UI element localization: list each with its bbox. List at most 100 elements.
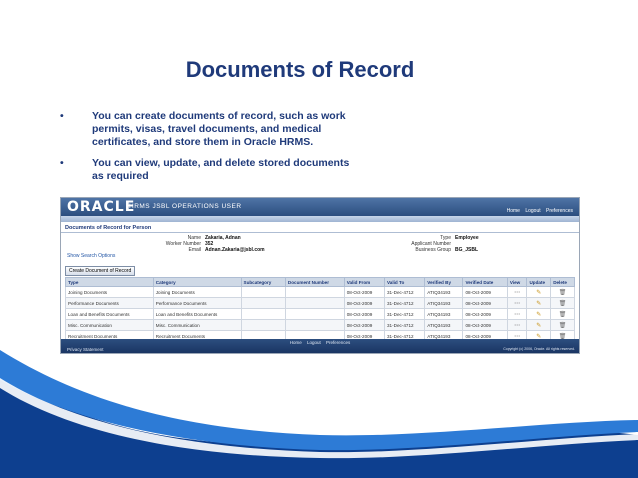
edit-pencil-icon[interactable]: ✎ xyxy=(536,290,541,296)
delete-trash-icon[interactable]: 🗑 xyxy=(559,312,567,318)
cell-date: 08-Oct-2009 xyxy=(462,319,508,331)
table-header-row: Type Category Subcategory Document Numbe… xyxy=(65,277,575,287)
cell-by: ATIQ34193 xyxy=(424,319,464,331)
cell-date: 08-Oct-2009 xyxy=(462,308,508,320)
col-verified-date[interactable]: Verified Date xyxy=(462,277,508,287)
col-type[interactable]: Type xyxy=(65,277,154,287)
table-row: Performance Documents Performance Documen… xyxy=(65,297,575,309)
global-nav: Home Logout Preferences xyxy=(503,208,573,214)
app-screenshot: ORACLE HRMS JSBL OPERATIONS USER Home Lo… xyxy=(60,197,580,354)
col-valid-from[interactable]: Valid From xyxy=(343,277,386,287)
cell-from: 08-Oct-2009 xyxy=(343,286,386,298)
bullet-dot: • xyxy=(60,157,64,169)
cell-category: Misc. Communication xyxy=(152,319,242,331)
cell-delete-trash: 🗑 xyxy=(550,308,575,320)
cell-from: 08-Oct-2009 xyxy=(343,308,386,320)
type-value: Employee xyxy=(455,235,479,241)
cell-num xyxy=(284,286,345,298)
business-group-label: Business Group xyxy=(415,247,451,253)
show-search-options-link[interactable]: Show Search Options xyxy=(61,253,115,259)
cell-delete-trash: 🗑 xyxy=(550,319,575,331)
slide-title: Documents of Record xyxy=(185,57,415,82)
edit-pencil-icon[interactable]: ✎ xyxy=(536,301,541,307)
cell-sub xyxy=(240,286,286,298)
cell-sub xyxy=(240,308,286,320)
cell-category: Performance Documents xyxy=(152,297,242,309)
cell-type: Performance Documents xyxy=(65,297,154,309)
cell-edit-pencil: ✎ xyxy=(526,297,552,309)
delete-trash-icon[interactable]: 🗑 xyxy=(559,301,567,307)
cell-by: ATIQ34193 xyxy=(424,286,464,298)
cell-type: Loan and Benefits Documents xyxy=(65,308,154,320)
cell-delete-trash: 🗑 xyxy=(550,286,575,298)
cell-edit-pencil: ✎ xyxy=(526,286,552,298)
edit-pencil-icon[interactable]: ✎ xyxy=(536,323,541,329)
cell-sub xyxy=(240,297,286,309)
bullet-list: • You can create documents of record, su… xyxy=(60,110,360,191)
cell-view: ⋯ xyxy=(506,286,528,298)
cell-from: 08-Oct-2009 xyxy=(343,319,386,331)
documents-table: Type Category Subcategory Document Numbe… xyxy=(65,277,575,342)
bullet-text: You can create documents of record, such… xyxy=(92,110,346,148)
cell-sub xyxy=(240,319,286,331)
app-name: HRMS JSBL OPERATIONS USER xyxy=(129,203,242,210)
nav-logout-link[interactable]: Logout xyxy=(525,208,540,214)
cell-num xyxy=(284,297,345,309)
cell-date: 08-Oct-2009 xyxy=(462,297,508,309)
cell-edit-pencil: ✎ xyxy=(526,319,552,331)
edit-pencil-icon[interactable]: ✎ xyxy=(536,312,541,318)
col-update: Update xyxy=(526,277,552,287)
cell-from: 08-Oct-2009 xyxy=(343,297,386,309)
col-valid-to[interactable]: Valid To xyxy=(383,277,426,287)
col-delete: Delete xyxy=(550,277,575,287)
email-label: Email xyxy=(188,247,201,253)
cell-to: 31-Dec-4712 xyxy=(383,297,426,309)
view-icon[interactable]: ⋯ xyxy=(514,312,520,318)
cell-view: ⋯ xyxy=(506,319,528,331)
col-subcategory[interactable]: Subcategory xyxy=(240,277,286,287)
table-row: Joining Documents Joining Documents 08-Oct… xyxy=(65,286,575,298)
person-info: Name Zakaria, Adnan Worker Number 352 Em… xyxy=(61,233,579,259)
view-icon[interactable]: ⋯ xyxy=(514,290,520,296)
col-verified-by[interactable]: Verified By xyxy=(424,277,464,287)
cell-category: Joining Documents xyxy=(152,286,242,298)
email-value: Adnan.Zakaria@jsbl.com xyxy=(205,247,265,253)
view-icon[interactable]: ⋯ xyxy=(514,323,520,329)
nav-home-link[interactable]: Home xyxy=(507,208,520,214)
decorative-wave xyxy=(0,350,638,478)
table-row: Loan and Benefits Documents Loan and Bene… xyxy=(65,308,575,320)
business-group-value: BG_JSBL xyxy=(455,247,479,253)
col-view: View xyxy=(506,277,528,287)
slide: Documents of Record • You can create doc… xyxy=(0,0,638,478)
cell-type: Misc. Communication xyxy=(65,319,154,331)
cell-view: ⋯ xyxy=(506,297,528,309)
delete-trash-icon[interactable]: 🗑 xyxy=(559,290,567,296)
cell-edit-pencil: ✎ xyxy=(526,308,552,320)
view-icon[interactable]: ⋯ xyxy=(514,301,520,307)
oracle-logo: ORACLE xyxy=(67,199,136,215)
cell-by: ATIQ34193 xyxy=(424,308,464,320)
bullet-dot: • xyxy=(60,110,64,122)
bullet-item: • You can view, update, and delete store… xyxy=(60,157,360,183)
cell-delete-trash: 🗑 xyxy=(550,297,575,309)
delete-trash-icon[interactable]: 🗑 xyxy=(559,323,567,329)
cell-to: 31-Dec-4712 xyxy=(383,286,426,298)
cell-to: 31-Dec-4712 xyxy=(383,308,426,320)
cell-num xyxy=(284,308,345,320)
cell-type: Joining Documents xyxy=(65,286,154,298)
cell-category: Loan and Benefits Documents xyxy=(152,308,242,320)
cell-by: ATIQ34193 xyxy=(424,297,464,309)
bullet-item: • You can create documents of record, su… xyxy=(60,110,360,149)
bullet-text: You can view, update, and delete stored … xyxy=(92,157,350,182)
nav-preferences-link[interactable]: Preferences xyxy=(546,208,573,214)
cell-date: 08-Oct-2009 xyxy=(462,286,508,298)
cell-num xyxy=(284,319,345,331)
cell-to: 31-Dec-4712 xyxy=(383,319,426,331)
oracle-header: ORACLE HRMS JSBL OPERATIONS USER Home Lo… xyxy=(61,198,579,216)
table-row: Misc. Communication Misc. Communication 08… xyxy=(65,319,575,331)
col-document-number[interactable]: Document Number xyxy=(284,277,345,287)
cell-view: ⋯ xyxy=(506,308,528,320)
create-document-button[interactable]: Create Document of Record xyxy=(65,266,136,276)
page-heading: Documents of Record for Person xyxy=(61,222,579,233)
col-category[interactable]: Category xyxy=(152,277,242,287)
